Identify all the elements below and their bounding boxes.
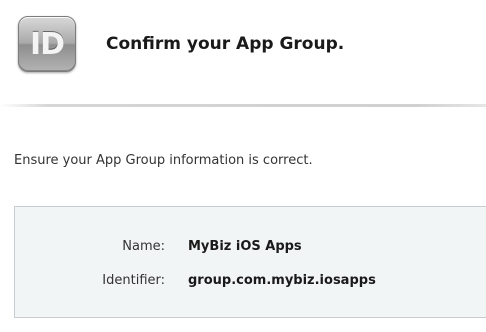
identifier-label: Identifier: [102,273,165,288]
confirm-app-group-page: ID Confirm your App Group. Ensure your A… [0,0,486,332]
header-divider [0,104,486,107]
app-group-info-panel: Name: MyBiz iOS Apps Identifier: group.c… [14,206,486,318]
name-label: Name: [122,239,165,254]
name-value: MyBiz iOS Apps [188,239,302,254]
id-icon-text: ID [29,26,65,62]
id-badge-icon: ID [18,16,76,72]
identifier-value: group.com.mybiz.iosapps [188,273,376,288]
page-title: Confirm your App Group. [106,34,345,54]
identifier-row: Identifier: group.com.mybiz.iosapps [15,273,486,293]
page-header: ID Confirm your App Group. [0,0,486,108]
name-row: Name: MyBiz iOS Apps [15,239,486,259]
instruction-text: Ensure your App Group information is cor… [14,153,313,168]
